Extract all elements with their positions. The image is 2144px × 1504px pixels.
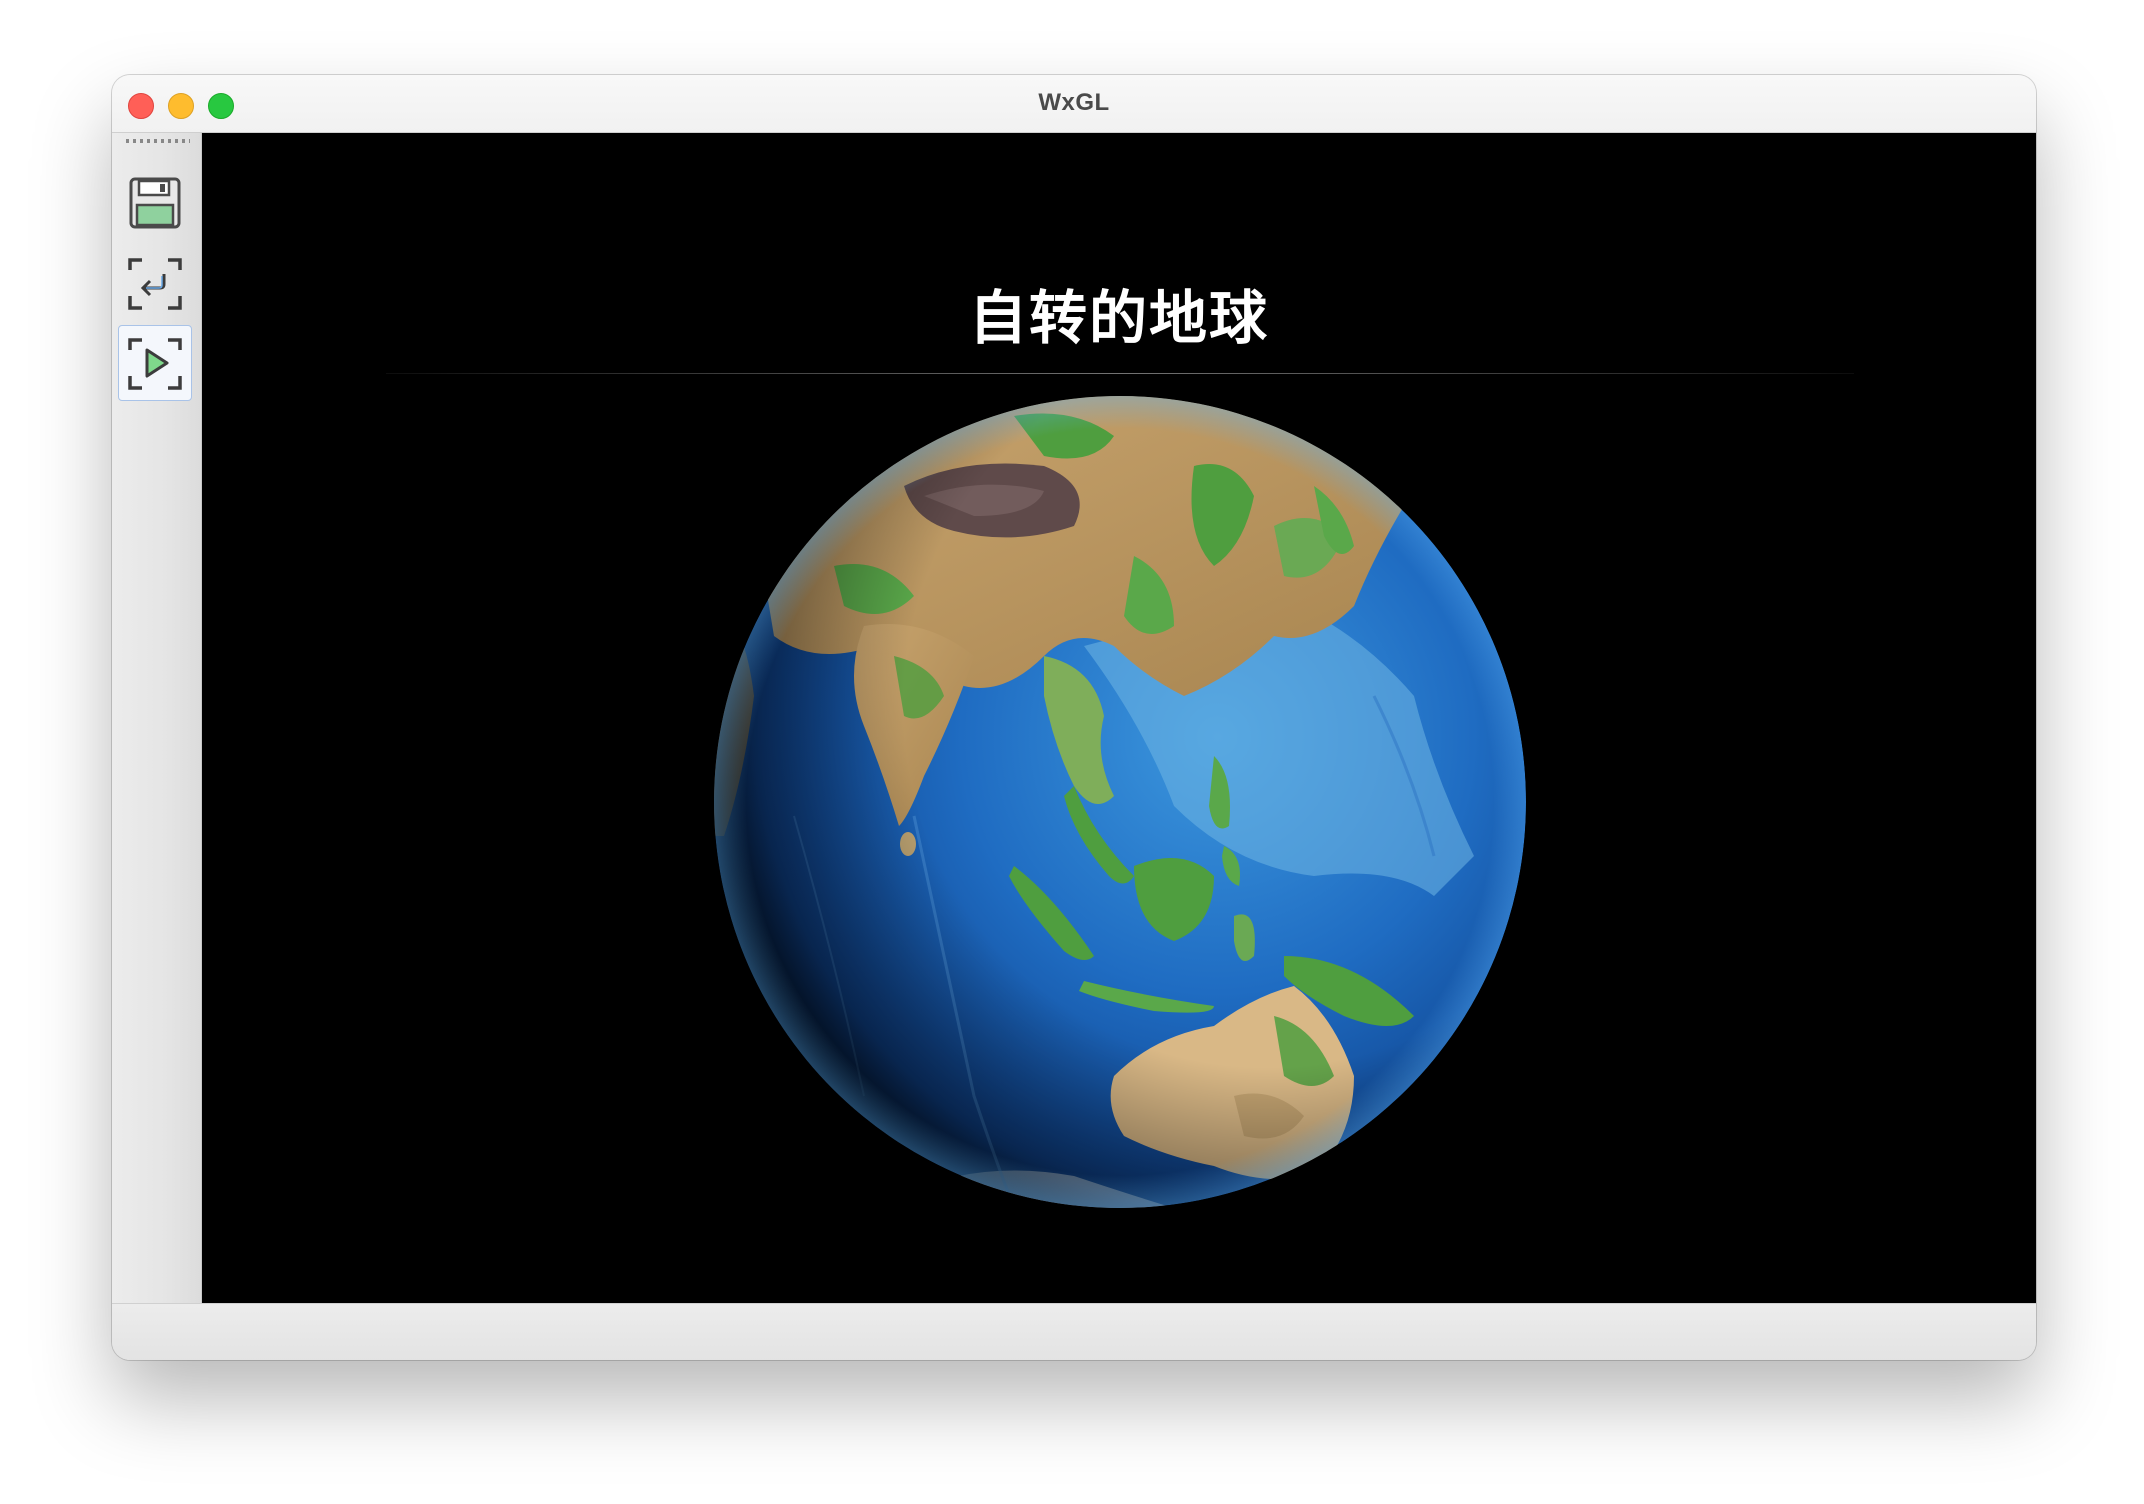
gl-canvas[interactable]: 自转的地球 bbox=[202, 133, 2036, 1303]
app-window: WxGL 自转的地球 bbox=[112, 75, 2036, 1360]
status-bar bbox=[112, 1303, 2036, 1360]
play-animation-icon bbox=[128, 338, 182, 390]
reset-view-button[interactable] bbox=[120, 247, 190, 319]
floppy-disk-icon bbox=[129, 177, 181, 229]
heading-divider bbox=[386, 373, 1854, 374]
toolbar-grip-handle[interactable] bbox=[126, 139, 190, 143]
play-animation-button[interactable] bbox=[118, 325, 192, 401]
scene-heading: 自转的地球 bbox=[968, 284, 1269, 352]
window-title: WxGL bbox=[1038, 89, 1110, 116]
title-bar[interactable]: WxGL bbox=[112, 75, 2036, 133]
earth-globe[interactable] bbox=[714, 396, 1526, 1208]
reset-view-icon bbox=[128, 258, 182, 310]
save-button[interactable] bbox=[120, 167, 190, 239]
vertical-toolbar bbox=[112, 133, 202, 1303]
